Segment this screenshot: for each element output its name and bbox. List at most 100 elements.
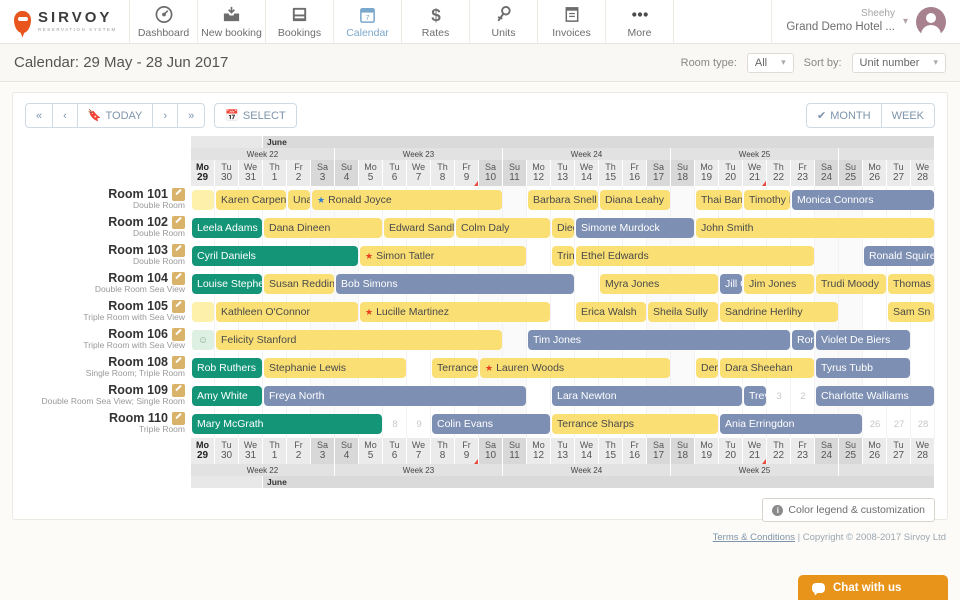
day-cell[interactable]: Mo29 — [191, 160, 215, 186]
edit-room-icon[interactable] — [172, 188, 185, 201]
day-cell[interactable]: We7 — [407, 438, 431, 464]
day-cell[interactable]: Tu30 — [215, 160, 239, 186]
nav-item-new-booking[interactable]: New booking — [198, 0, 266, 43]
day-cell[interactable]: Fr9 — [455, 438, 479, 464]
day-cell[interactable]: Tu13 — [551, 160, 575, 186]
day-cell[interactable]: Tu20 — [719, 160, 743, 186]
booking-bar[interactable]: Leela Adams — [192, 218, 262, 238]
booking-bar[interactable]: John Smith — [696, 218, 934, 238]
booking-bar[interactable]: Barbara Snell — [528, 190, 598, 210]
booking-bar[interactable]: Denn — [696, 358, 718, 378]
day-cell[interactable]: Th15 — [599, 160, 623, 186]
day-cell[interactable]: We28 — [911, 438, 935, 464]
booking-bar[interactable]: Felicity Stanford — [216, 330, 502, 350]
day-cell[interactable]: We31 — [239, 438, 263, 464]
day-cell[interactable]: Fr9 — [455, 160, 479, 186]
day-cell[interactable]: Sa17 — [647, 160, 671, 186]
booking-bar[interactable]: Kathleen O'Connor — [216, 302, 358, 322]
day-cell[interactable]: Su11 — [503, 438, 527, 464]
booking-bar[interactable]: Simone Murdock — [576, 218, 694, 238]
day-cell[interactable]: Fr16 — [623, 160, 647, 186]
day-cell[interactable]: Fr23 — [791, 438, 815, 464]
day-cell[interactable]: Fr16 — [623, 438, 647, 464]
booking-bar[interactable]: Terrance C — [432, 358, 478, 378]
booking-bar[interactable]: Una — [288, 190, 310, 210]
booking-bar[interactable]: Trudi Moody — [816, 274, 886, 294]
booking-bar[interactable]: Erica Walsh — [576, 302, 646, 322]
booking-bar[interactable]: Myra Jones — [600, 274, 718, 294]
booking-bar[interactable]: Tim Jones — [528, 330, 790, 350]
day-cell[interactable]: Sa3 — [311, 160, 335, 186]
booking-bar[interactable]: Dara Sheehan — [720, 358, 814, 378]
day-cell[interactable]: Sa24 — [815, 438, 839, 464]
nav-item-more[interactable]: More — [606, 0, 674, 43]
edit-room-icon[interactable] — [172, 384, 185, 397]
booking-bar[interactable]: ★Lauren Woods — [480, 358, 670, 378]
day-cell[interactable]: Th1 — [263, 160, 287, 186]
day-cell[interactable]: Mo5 — [359, 438, 383, 464]
day-cell[interactable]: Mo26 — [863, 438, 887, 464]
booking-bar[interactable]: Freya North — [264, 386, 526, 406]
day-cell[interactable]: Mo26 — [863, 160, 887, 186]
day-cell[interactable]: We7 — [407, 160, 431, 186]
booking-bar[interactable]: Stephanie Lewis — [264, 358, 406, 378]
day-cell[interactable]: We31 — [239, 160, 263, 186]
blocked-cell[interactable]: ☺ — [192, 330, 214, 350]
booking-bar[interactable]: Louise Stephens — [192, 274, 262, 294]
booking-bar[interactable]: Sam Sn — [888, 302, 934, 322]
room-type-select[interactable]: All ▾ — [747, 53, 794, 73]
edit-room-icon[interactable] — [172, 244, 185, 257]
day-cell[interactable]: Su18 — [671, 160, 695, 186]
booking-bar[interactable]: Terrance Sharps — [552, 414, 718, 434]
day-cell[interactable]: Su4 — [335, 438, 359, 464]
nav-item-dashboard[interactable]: Dashboard — [130, 0, 198, 43]
booking-bar[interactable]: Sheila Sully — [648, 302, 718, 322]
booking-bar[interactable]: Charlotte Walliams — [816, 386, 934, 406]
booking-bar[interactable]: Tyrus Tubb — [816, 358, 910, 378]
day-cell[interactable]: Fr2 — [287, 438, 311, 464]
day-cell[interactable]: Su25 — [839, 160, 863, 186]
booking-bar[interactable]: ★Ronald Joyce — [312, 190, 502, 210]
day-cell[interactable]: We14 — [575, 438, 599, 464]
chat-widget-button[interactable]: Chat with us — [798, 575, 948, 600]
day-cell[interactable]: Tu20 — [719, 438, 743, 464]
booking-bar[interactable]: Ronald Squire — [864, 246, 934, 266]
booking-bar[interactable]: Monica Connors — [792, 190, 934, 210]
nav-item-invoices[interactable]: Invoices — [538, 0, 606, 43]
edit-room-icon[interactable] — [172, 328, 185, 341]
booking-bar[interactable] — [192, 190, 214, 210]
timeline-cell[interactable] — [575, 270, 599, 298]
booking-bar[interactable]: Ron — [792, 330, 814, 350]
timeline-cell[interactable] — [839, 242, 863, 270]
booking-bar[interactable]: Diego — [552, 218, 574, 238]
timeline-cell[interactable] — [863, 298, 887, 326]
day-cell[interactable]: Su4 — [335, 160, 359, 186]
day-cell[interactable]: Mo12 — [527, 438, 551, 464]
day-cell[interactable]: Th22 — [767, 160, 791, 186]
day-cell[interactable]: We21 — [743, 438, 767, 464]
booking-bar[interactable]: Trev — [744, 386, 766, 406]
day-cell[interactable]: Sa17 — [647, 438, 671, 464]
brand-logo[interactable]: SIRVOY RESERVATION SYSTEM — [0, 0, 130, 43]
timeline-cell[interactable] — [527, 242, 551, 270]
booking-bar[interactable]: Mary McGrath — [192, 414, 382, 434]
booking-bar[interactable]: Bob Simons — [336, 274, 574, 294]
day-cell[interactable]: Mo5 — [359, 160, 383, 186]
day-cell[interactable]: We28 — [911, 160, 935, 186]
booking-bar[interactable]: Violet De Biers — [816, 330, 910, 350]
booking-bar[interactable]: Karen Carpenter — [216, 190, 286, 210]
booking-bar[interactable]: Trina — [552, 246, 574, 266]
timeline-cell[interactable] — [839, 298, 863, 326]
edit-room-icon[interactable] — [172, 412, 185, 425]
day-cell[interactable]: Tu30 — [215, 438, 239, 464]
timeline-cell[interactable] — [503, 326, 527, 354]
day-cell[interactable]: Tu27 — [887, 438, 911, 464]
booking-bar[interactable]: Diana Leahy — [600, 190, 670, 210]
booking-bar[interactable]: Lara Newton — [552, 386, 742, 406]
nav-item-rates[interactable]: $Rates — [402, 0, 470, 43]
nav-item-units[interactable]: Units — [470, 0, 538, 43]
day-cell[interactable]: Th1 — [263, 438, 287, 464]
booking-bar[interactable]: Edward Sandler — [384, 218, 454, 238]
booking-bar[interactable]: Thomas Tripp — [888, 274, 934, 294]
terms-link[interactable]: Terms & Conditions — [713, 532, 795, 543]
